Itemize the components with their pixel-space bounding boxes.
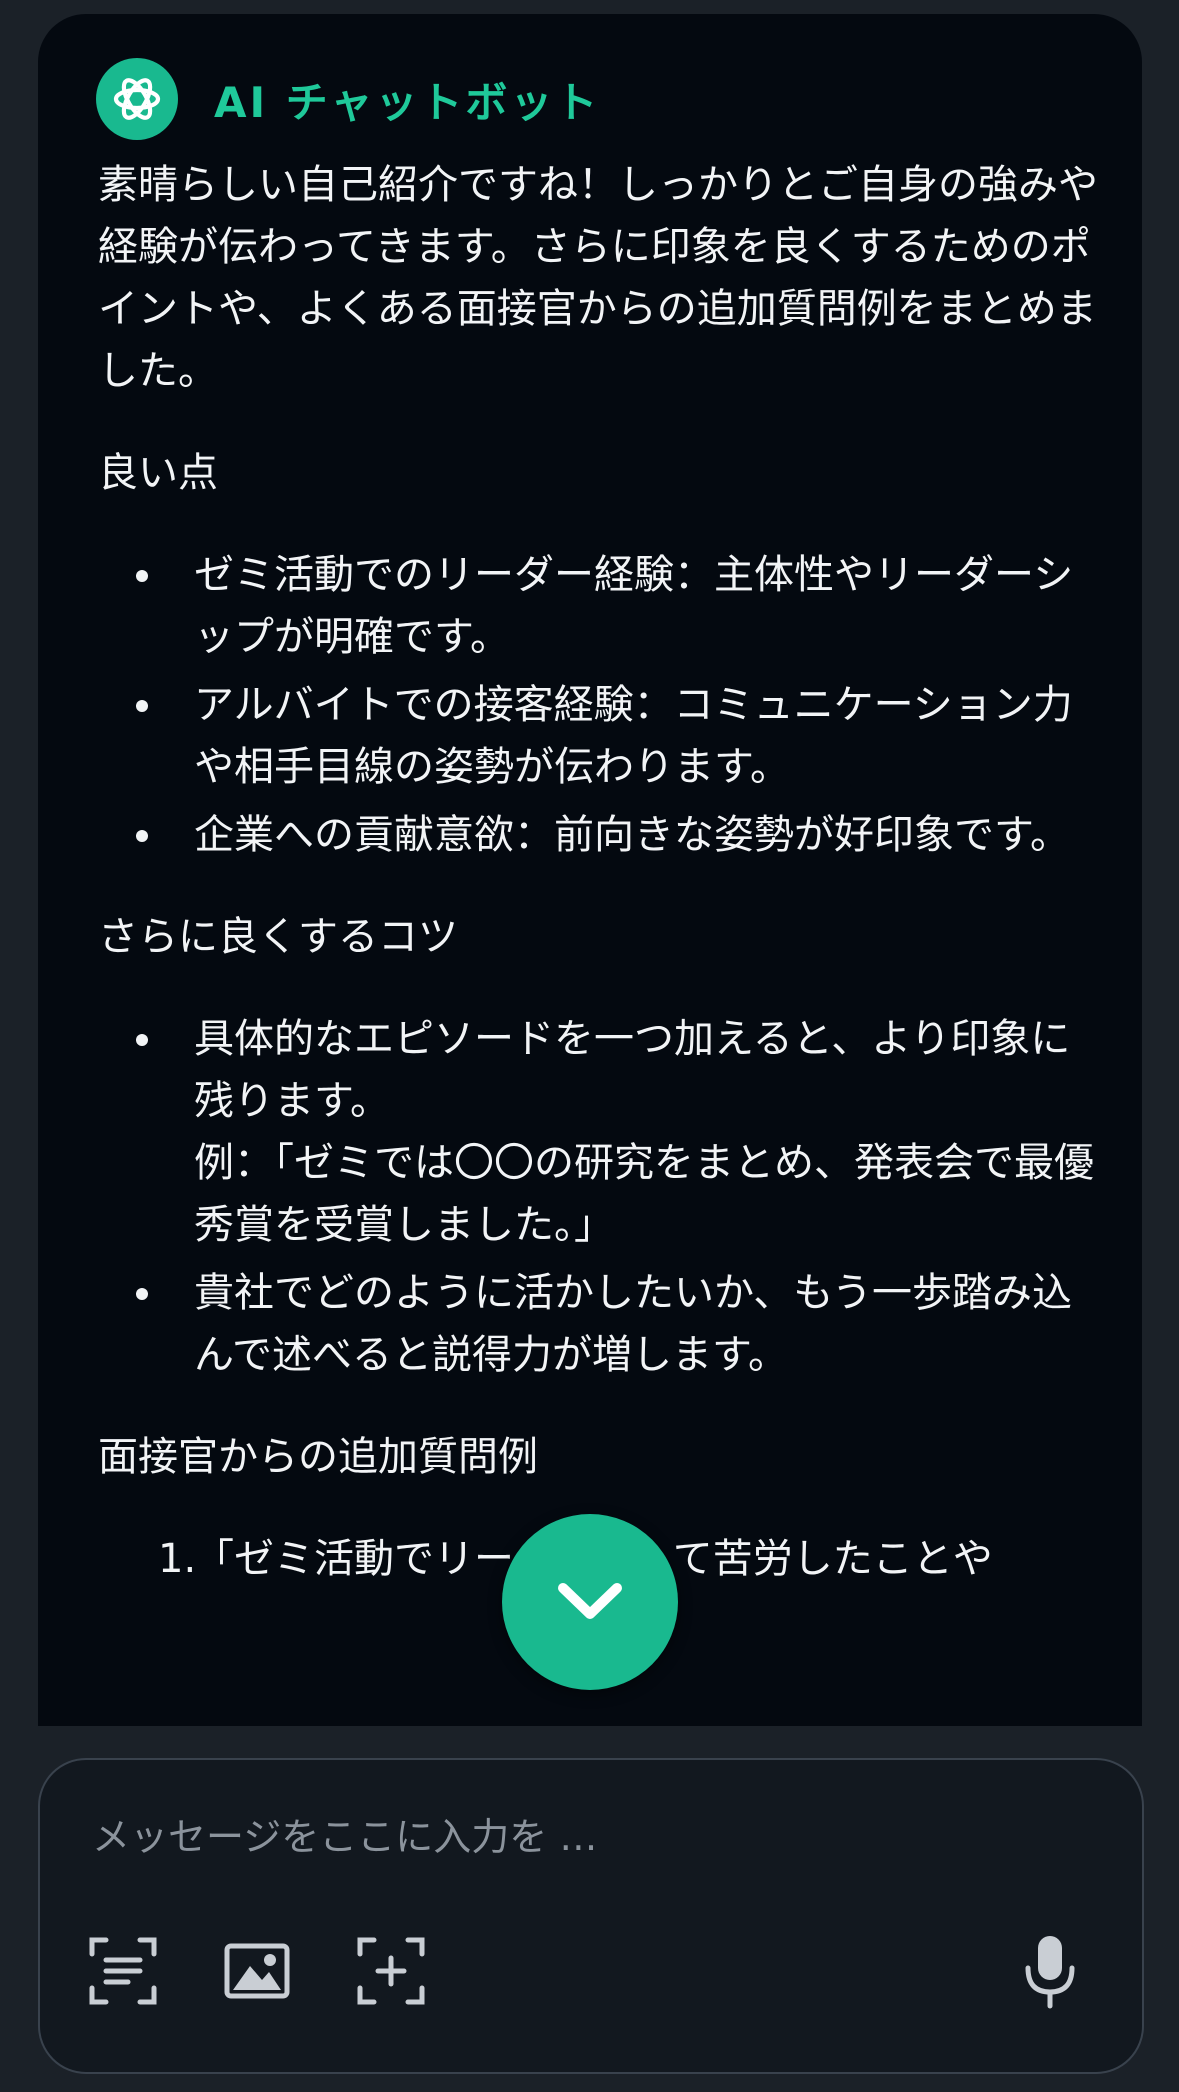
chat-header: AI チャットボット [96, 58, 600, 140]
microphone-icon [1025, 1936, 1075, 2009]
message-intro: 素晴らしい自己紹介ですね！しっかりとご自身の強みや経験が伝わってきます。さらに印… [98, 162, 1098, 394]
questions-heading: 面接官からの追加質問例 [98, 1434, 538, 1480]
bot-name: AI チャットボット [214, 77, 601, 127]
message-input[interactable]: メッセージをここに入力を … [92, 1806, 597, 1861]
list-item: ゼミ活動でのリーダー経験：主体性やリーダーシップが明確です。 [98, 544, 1098, 668]
list-item: 貴社でどのように活かしたいか、もう一歩踏み込んで述べると説得力が増します。 [98, 1262, 1098, 1386]
message-composer: メッセージをここに入力を … [38, 1758, 1144, 2074]
image-icon [224, 1943, 290, 1999]
list-item: 具体的なエピソードを一つ加えると、より印象に残ります。 例：「ゼミでは〇〇の研究… [98, 1008, 1098, 1256]
scroll-to-bottom-button[interactable] [502, 1514, 678, 1690]
list-item: 企業への貢献意欲：前向きな姿勢が好印象です。 [98, 804, 1098, 866]
text-scan-button[interactable] [88, 1936, 158, 2006]
tip-example: 例：「ゼミでは〇〇の研究をまとめ、発表会で最優秀賞を受賞しました。」 [194, 1140, 1094, 1248]
add-frame-button[interactable] [356, 1936, 426, 2006]
add-frame-icon [357, 1937, 425, 2005]
chat-message-card: AI チャットボット 素晴らしい自己紹介ですね！しっかりとご自身の強みや経験が伝… [38, 14, 1142, 1726]
text-scan-icon [89, 1937, 157, 2005]
tips-heading: さらに良くするコツ [98, 914, 458, 960]
list-item: アルバイトでの接客経験：コミュニケーション力や相手目線の姿勢が伝わります。 [98, 674, 1098, 798]
tips-list: 具体的なエピソードを一つ加えると、より印象に残ります。 例：「ゼミでは〇〇の研究… [98, 1008, 1098, 1386]
question-number: 1. [158, 1536, 197, 1582]
good-points-list: ゼミ活動でのリーダー経験：主体性やリーダーシップが明確です。 アルバイトでの接客… [98, 544, 1098, 866]
voice-input-button[interactable] [1010, 1932, 1090, 2012]
tip-text: 具体的なエピソードを一つ加えると、より印象に残ります。 [194, 1016, 1071, 1124]
top-strip [0, 0, 1179, 14]
bot-message: 素晴らしい自己紹介ですね！しっかりとご自身の強みや経験が伝わってきます。さらに印… [98, 154, 1098, 1590]
bot-avatar [96, 58, 178, 140]
good-points-heading: 良い点 [98, 450, 218, 496]
image-button[interactable] [222, 1936, 292, 2006]
openai-logo-icon [113, 78, 161, 120]
chevron-down-icon [558, 1583, 622, 1619]
